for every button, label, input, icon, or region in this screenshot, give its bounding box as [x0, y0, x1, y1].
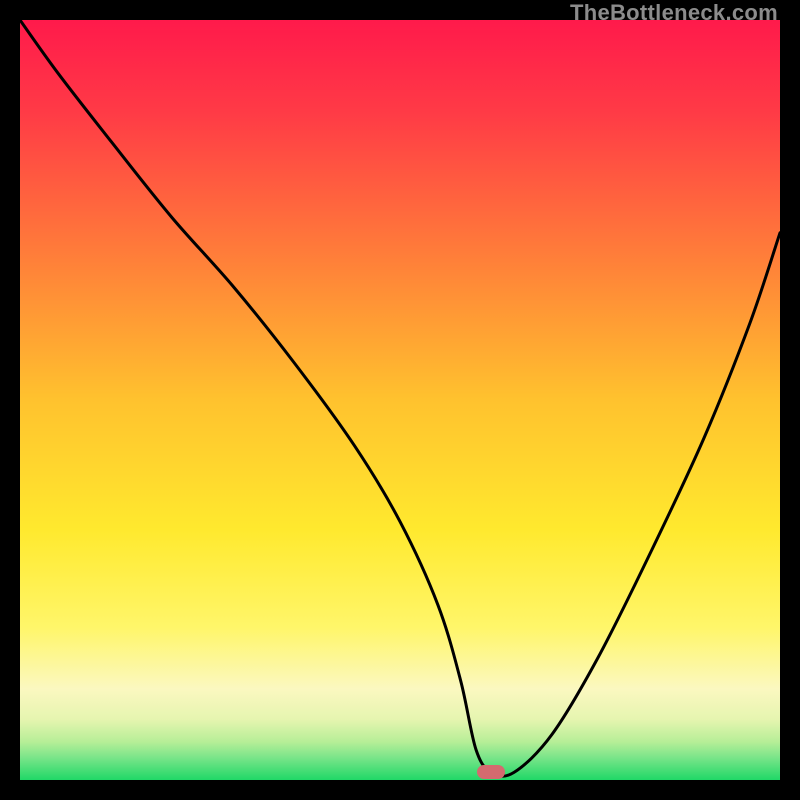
bottleneck-curve [20, 20, 780, 780]
chart-frame: TheBottleneck.com [0, 0, 800, 800]
plot-area [20, 20, 780, 780]
watermark-text: TheBottleneck.com [570, 0, 778, 26]
optimum-marker [477, 765, 505, 779]
